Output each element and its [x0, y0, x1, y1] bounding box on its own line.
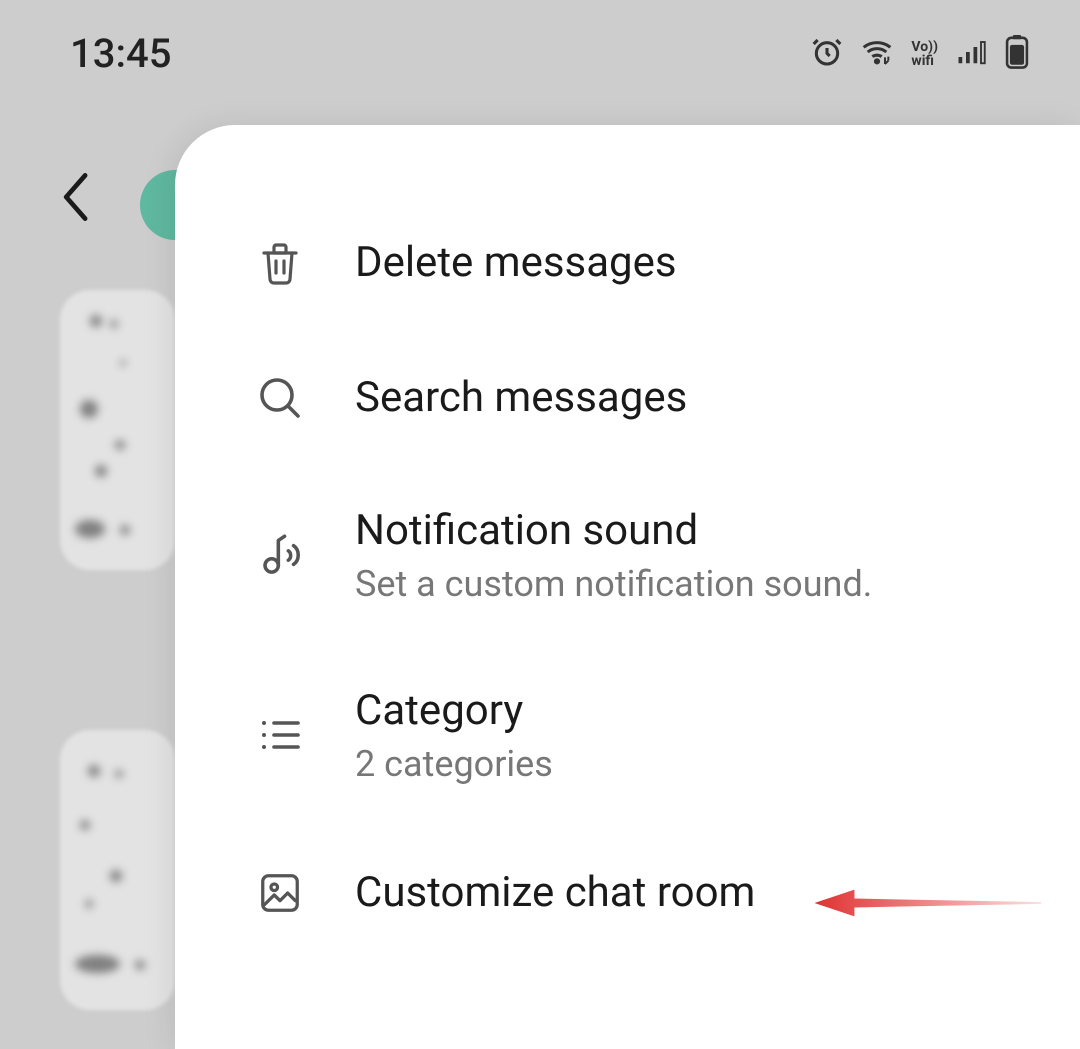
menu-item-customize-chat-room[interactable]: Customize chat room	[175, 825, 1080, 960]
message-thumbnail	[60, 290, 175, 570]
menu-item-label: Customize chat room	[355, 868, 755, 917]
message-thumbnail	[60, 730, 175, 1010]
trash-icon	[255, 238, 305, 288]
wifi-icon	[861, 36, 893, 72]
menu-item-subtitle: Set a custom notification sound.	[355, 563, 872, 605]
menu-item-notification-sound[interactable]: Notification sound Set a custom notifica…	[175, 465, 1080, 645]
alarm-icon	[811, 36, 843, 72]
back-icon[interactable]	[60, 170, 94, 228]
menu-item-delete-messages[interactable]: Delete messages	[175, 195, 1080, 330]
search-icon	[255, 373, 305, 423]
image-icon	[255, 868, 305, 918]
status-icons: Vo)) wifi	[811, 35, 1030, 73]
battery-icon	[1004, 35, 1030, 73]
menu-item-search-messages[interactable]: Search messages	[175, 330, 1080, 465]
menu-item-category[interactable]: Category 2 categories	[175, 645, 1080, 825]
status-bar: 13:45 Vo)) wifi	[0, 0, 1080, 87]
signal-icon	[956, 37, 986, 71]
menu-item-subtitle: 2 categories	[355, 743, 553, 785]
menu-item-label: Delete messages	[355, 238, 677, 287]
menu-item-label: Category	[355, 686, 553, 735]
vowifi-indicator: Vo)) wifi	[911, 40, 938, 68]
menu-item-label: Notification sound	[355, 506, 872, 555]
menu-item-label: Search messages	[355, 373, 687, 422]
list-icon	[255, 710, 305, 760]
music-sound-icon	[255, 530, 305, 580]
status-time: 13:45	[70, 30, 171, 77]
overflow-menu: Delete messages Search messages Notifica…	[175, 125, 1080, 1049]
